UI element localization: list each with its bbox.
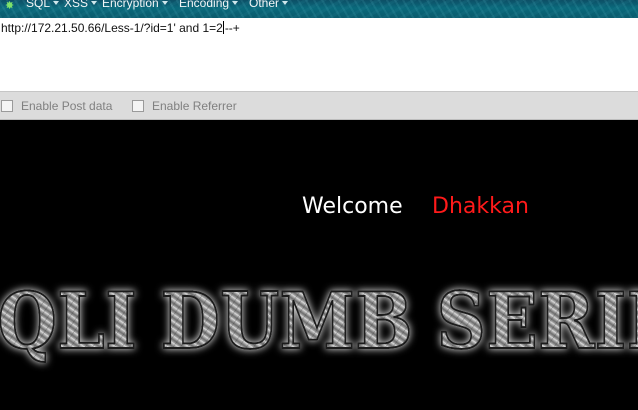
- menu-sql-label: SQL: [26, 0, 51, 10]
- menu-encoding[interactable]: Encoding: [179, 0, 239, 10]
- menu-xss[interactable]: XSS: [64, 0, 98, 10]
- url-text-before-caret: http://172.21.50.66/Less-1/?id=1' and 1=…: [1, 21, 223, 35]
- text-caret: [222, 21, 224, 34]
- chevron-down-icon: [232, 1, 239, 5]
- chevron-down-icon: [282, 1, 289, 5]
- chevron-down-icon: [53, 1, 60, 5]
- enable-post-data-option[interactable]: Enable Post data: [1, 99, 112, 113]
- user-name: Dhakkan: [432, 194, 529, 219]
- chevron-down-icon: [161, 1, 168, 5]
- url-text-after-caret: --+: [224, 21, 240, 35]
- hackbar-toolbar: ✸ SQL XSS Encryption Encoding Other: [0, 0, 638, 18]
- enable-post-data-label: Enable Post data: [21, 99, 113, 113]
- menu-sql[interactable]: SQL: [26, 0, 60, 10]
- menu-xss-label: XSS: [64, 0, 89, 10]
- menu-other-label: Other: [249, 0, 280, 10]
- enable-referrer-option[interactable]: Enable Referrer: [132, 99, 237, 113]
- page-content: Welcome Dhakkan SQLI DUMB SERIES: [0, 120, 638, 410]
- enable-referrer-label: Enable Referrer: [152, 99, 237, 113]
- enable-referrer-checkbox[interactable]: [132, 100, 144, 112]
- options-row: Enable Post data Enable Referrer: [0, 92, 638, 120]
- banner-text: SQLI DUMB SERIES: [0, 280, 638, 367]
- menu-other[interactable]: Other: [249, 0, 289, 10]
- sqli-dumb-series-logo: SQLI DUMB SERIES: [0, 280, 638, 368]
- menu-encryption[interactable]: Encryption: [102, 0, 168, 10]
- enable-post-data-checkbox[interactable]: [1, 100, 13, 112]
- welcome-text: Welcome: [302, 194, 403, 219]
- menu-encryption-label: Encryption: [102, 0, 159, 10]
- menu-encoding-label: Encoding: [179, 0, 230, 10]
- url-textarea[interactable]: http://172.21.50.66/Less-1/?id=1' and 1=…: [0, 18, 638, 92]
- chevron-down-icon: [91, 1, 98, 5]
- green-sparkle-icon[interactable]: ✸: [5, 0, 15, 11]
- url-text: http://172.21.50.66/Less-1/?id=1' and 1=…: [1, 21, 240, 35]
